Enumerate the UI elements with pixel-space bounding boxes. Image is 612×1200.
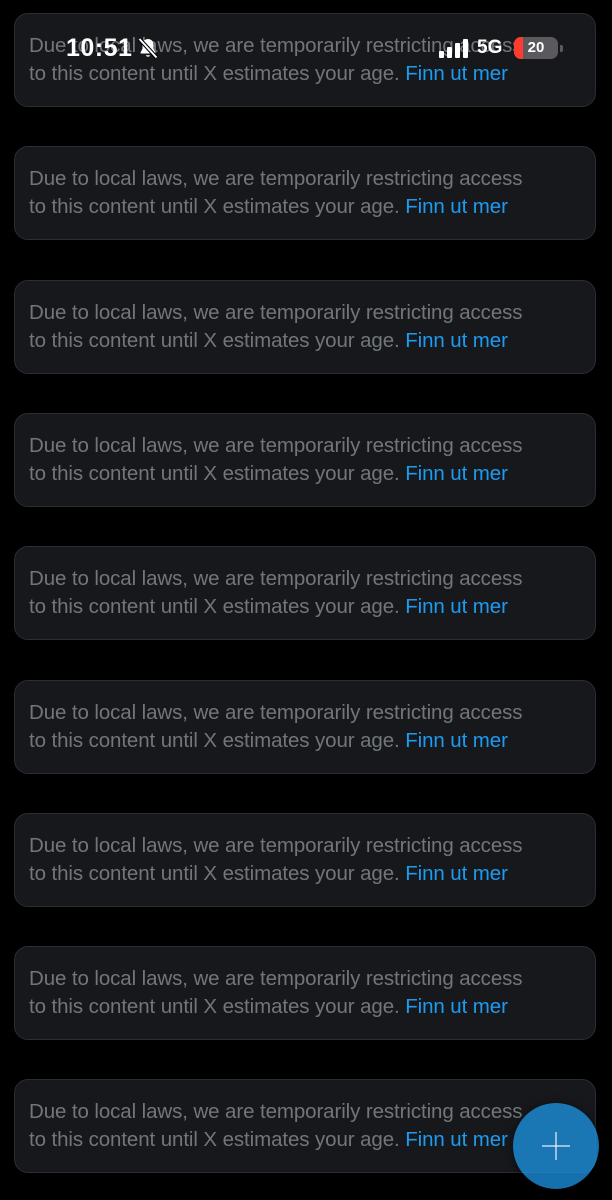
notice-text: to this content until X estimates your a… (29, 462, 400, 485)
notice-text-line-2: to this content until X estimates your a… (29, 460, 583, 488)
status-bar: 10:51 5G 20 (0, 30, 612, 66)
notice-text-line-2: to this content until X estimates your a… (29, 193, 583, 221)
notice-text-line-1: Due to local laws, we are temporarily re… (29, 834, 523, 857)
restricted-content-notice: Due to local laws, we are temporarily re… (14, 946, 596, 1040)
timeline: Due to local laws, we are temporarily re… (0, 0, 612, 1200)
learn-more-link[interactable]: Finn ut mer (405, 729, 508, 752)
notice-text-line-1: Due to local laws, we are temporarily re… (29, 967, 523, 990)
notice-text-line-1: Due to local laws, we are temporarily re… (29, 701, 523, 724)
notice-text: to this content until X estimates your a… (29, 1128, 400, 1151)
clock: 10:51 (66, 34, 133, 62)
compose-button[interactable] (513, 1103, 599, 1189)
notice-text: to this content until X estimates your a… (29, 729, 400, 752)
learn-more-link[interactable]: Finn ut mer (405, 995, 508, 1018)
notice-text-line-2: to this content until X estimates your a… (29, 327, 583, 355)
battery-level: 20 (527, 39, 545, 56)
plus-icon (542, 1132, 570, 1160)
restricted-content-notice: Due to local laws, we are temporarily re… (14, 546, 596, 640)
learn-more-link[interactable]: Finn ut mer (405, 1128, 508, 1151)
learn-more-link[interactable]: Finn ut mer (405, 862, 508, 885)
notice-text: to this content until X estimates your a… (29, 862, 400, 885)
learn-more-link[interactable]: Finn ut mer (405, 462, 508, 485)
notice-text-line-2: to this content until X estimates your a… (29, 860, 583, 888)
notice-text-line-2: to this content until X estimates your a… (29, 1126, 583, 1154)
notice-text: to this content until X estimates your a… (29, 995, 400, 1018)
restricted-content-notice: Due to local laws, we are temporarily re… (14, 813, 596, 907)
cellular-signal-icon (439, 39, 468, 58)
notice-text-line-2: to this content until X estimates your a… (29, 993, 583, 1021)
notice-text-line-1: Due to local laws, we are temporarily re… (29, 434, 523, 457)
restricted-content-notice: Due to local laws, we are temporarily re… (14, 680, 596, 774)
notice-text-line-1: Due to local laws, we are temporarily re… (29, 167, 523, 190)
notice-text: to this content until X estimates your a… (29, 195, 400, 218)
notice-text: to this content until X estimates your a… (29, 595, 400, 618)
learn-more-link[interactable]: Finn ut mer (405, 195, 508, 218)
network-type: 5G (477, 37, 503, 58)
notice-text: to this content until X estimates your a… (29, 329, 400, 352)
notice-text-line-2: to this content until X estimates your a… (29, 593, 583, 621)
notice-text-line-1: Due to local laws, we are temporarily re… (29, 301, 523, 324)
learn-more-link[interactable]: Finn ut mer (405, 329, 508, 352)
battery-tip (560, 45, 563, 52)
learn-more-link[interactable]: Finn ut mer (405, 595, 508, 618)
notice-text-line-1: Due to local laws, we are temporarily re… (29, 567, 523, 590)
restricted-content-notice: Due to local laws, we are temporarily re… (14, 280, 596, 374)
notice-text-line-1: Due to local laws, we are temporarily re… (29, 1100, 523, 1123)
restricted-content-notice: Due to local laws, we are temporarily re… (14, 146, 596, 240)
bell-slash-icon (138, 37, 158, 59)
restricted-content-notice: Due to local laws, we are temporarily re… (14, 1079, 596, 1173)
battery-indicator: 20 (514, 37, 558, 59)
notice-text-line-2: to this content until X estimates your a… (29, 727, 583, 755)
restricted-content-notice: Due to local laws, we are temporarily re… (14, 413, 596, 507)
